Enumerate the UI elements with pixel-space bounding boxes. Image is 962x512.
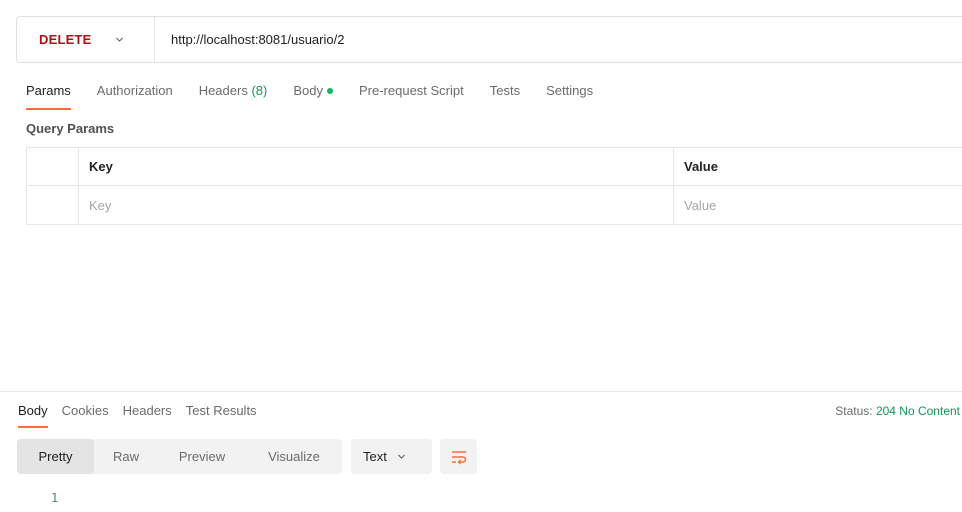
key-column-header: Key xyxy=(79,148,674,185)
tab-authorization-label: Authorization xyxy=(96,83,173,98)
tab-tests-label: Tests xyxy=(489,83,521,98)
response-tab-test-results[interactable]: Test Results xyxy=(186,404,257,428)
tab-headers[interactable]: Headers (8) xyxy=(199,82,268,110)
response-tab-cookies[interactable]: Cookies xyxy=(62,404,109,428)
format-label: Text xyxy=(363,449,387,464)
response-tab-test-results-label: Test Results xyxy=(185,403,257,418)
response-tab-body[interactable]: Body xyxy=(18,404,48,428)
tab-authorization[interactable]: Authorization xyxy=(97,82,173,110)
tab-params-label: Params xyxy=(26,83,71,98)
word-wrap-button[interactable] xyxy=(440,439,477,474)
key-input[interactable]: Key xyxy=(79,186,674,224)
tab-body-label: Body xyxy=(293,83,323,98)
body-indicator-dot xyxy=(326,87,333,94)
line-number: 1 xyxy=(51,491,59,505)
chevron-down-icon xyxy=(116,37,124,42)
view-pretty-button[interactable]: Pretty xyxy=(17,439,94,474)
response-tab-headers-label: Headers xyxy=(122,403,172,418)
checkbox-column-header xyxy=(27,148,79,185)
tab-params[interactable]: Params xyxy=(26,82,71,110)
url-bar: DELETE http://localhost:8081/usuario/2 xyxy=(16,16,962,63)
response-status: Status: 204 No Content xyxy=(835,404,960,418)
tab-settings[interactable]: Settings xyxy=(546,82,593,110)
tab-pre-request-script-label: Pre-request Script xyxy=(358,83,464,98)
status-value[interactable]: 204 No Content xyxy=(876,404,960,418)
word-wrap-icon xyxy=(451,450,466,464)
view-mode-group: Pretty Raw Preview Visualize xyxy=(17,439,342,474)
view-raw-button[interactable]: Raw xyxy=(94,439,158,474)
row-checkbox-cell[interactable] xyxy=(27,186,79,224)
status-label: Status: xyxy=(835,404,873,418)
view-preview-button[interactable]: Preview xyxy=(158,439,246,474)
value-input[interactable]: Value xyxy=(674,186,962,224)
headers-count: (8) xyxy=(251,83,268,98)
table-header-row: Key Value xyxy=(27,148,962,186)
response-tab-headers[interactable]: Headers xyxy=(123,404,172,428)
query-params-title: Query Params xyxy=(26,121,115,136)
view-visualize-button[interactable]: Visualize xyxy=(246,439,342,474)
table-row: Key Value xyxy=(27,186,962,224)
value-column-header: Value xyxy=(684,159,718,174)
request-tabs: Params Authorization Headers (8) Body Pr… xyxy=(26,82,619,110)
chevron-down-icon xyxy=(397,454,405,459)
response-tab-cookies-label: Cookies xyxy=(61,403,109,418)
tab-settings-label: Settings xyxy=(546,83,594,98)
format-select[interactable]: Text xyxy=(351,439,432,474)
response-tabs: Body Cookies Headers Test Results xyxy=(18,404,271,428)
tab-tests[interactable]: Tests xyxy=(490,82,520,110)
method-select[interactable]: DELETE xyxy=(17,17,155,62)
query-params-table: Key Value Key Value xyxy=(26,147,962,225)
tab-body[interactable]: Body xyxy=(293,82,333,110)
url-input[interactable]: http://localhost:8081/usuario/2 xyxy=(155,32,344,47)
panel-divider[interactable] xyxy=(0,391,962,392)
tab-headers-label: Headers xyxy=(198,83,248,98)
method-label: DELETE xyxy=(39,32,92,47)
response-tab-body-label: Body xyxy=(18,403,48,418)
tab-pre-request-script[interactable]: Pre-request Script xyxy=(359,82,464,110)
